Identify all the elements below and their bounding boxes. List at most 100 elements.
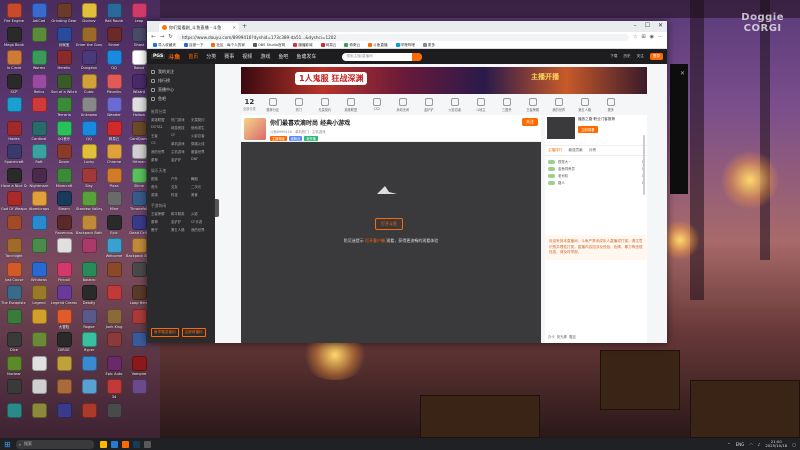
- recommend-thumbnail[interactable]: [547, 117, 575, 139]
- sidebar-category-link[interactable]: 主机游戏: [171, 149, 191, 154]
- taskbar-search[interactable]: ⌕ 搜索: [15, 439, 94, 449]
- sidebar-category-link[interactable]: 魔兽世界: [191, 149, 211, 154]
- sidebar-item[interactable]: 直播中心: [151, 85, 211, 94]
- tip-link[interactable]: 打开客户端: [365, 238, 385, 243]
- category-item[interactable]: 无畏契约: [314, 97, 336, 112]
- edge-browser-icon[interactable]: [110, 440, 118, 448]
- sidebar-item[interactable]: 鱼吧: [151, 94, 211, 103]
- sidebar-category-link[interactable]: 英雄联盟: [151, 117, 171, 122]
- system-clock[interactable]: 21:00 2025/10/18: [765, 439, 787, 449]
- sidebar-category-link[interactable]: 网游竞技: [171, 125, 191, 130]
- search-input[interactable]: 搜索主播/直播间: [342, 52, 423, 61]
- sidebar-category-link[interactable]: 单机游戏: [171, 141, 191, 146]
- sidebar-category-link[interactable]: DOTA2: [151, 125, 171, 130]
- extensions-icon[interactable]: ⊞: [641, 34, 645, 40]
- douyu-logo[interactable]: PGS 斗鱼: [151, 52, 180, 61]
- sidebar-category-link[interactable]: 和平精英: [171, 211, 191, 216]
- category-item[interactable]: 我的世界: [548, 97, 570, 112]
- gift-button[interactable]: 赠送: [569, 334, 576, 339]
- notification-icon[interactable]: ▢: [792, 442, 796, 447]
- sidebar-category-link[interactable]: 美食: [191, 192, 211, 197]
- nav-item-3[interactable]: 视频: [242, 53, 252, 60]
- sidebar-category-link[interactable]: 户外: [171, 176, 191, 181]
- desktop-icon[interactable]: [102, 401, 126, 430]
- promo-button[interactable]: 注册领福利: [181, 328, 206, 337]
- open-client-button[interactable]: 打开斗鱼: [375, 218, 403, 230]
- bookmark-item[interactable]: 更多: [422, 43, 435, 48]
- header-link[interactable]: 关注: [637, 54, 644, 59]
- nav-item-6[interactable]: 鱼塘发车: [296, 53, 316, 60]
- rank-row[interactable]: 老司机0: [548, 172, 644, 179]
- sidebar-category-link[interactable]: 无畏契约: [191, 117, 211, 122]
- bookmark-item[interactable]: 奇奇云: [344, 43, 360, 48]
- sidebar-category-link[interactable]: 穿越火线: [191, 141, 211, 146]
- sidebar-item[interactable]: 我的关注: [151, 67, 211, 76]
- gift-button[interactable]: 荧光棒: [557, 334, 567, 339]
- new-tab-button[interactable]: +: [242, 23, 247, 30]
- category-item[interactable]: 第五人格: [574, 97, 596, 112]
- category-item[interactable]: 王者荣耀: [522, 97, 544, 112]
- menu-dots-icon[interactable]: ⋯: [658, 34, 663, 40]
- forward-icon[interactable]: →: [160, 34, 165, 40]
- file-explorer-icon[interactable]: [99, 440, 107, 448]
- category-item[interactable]: 三国杀: [496, 97, 518, 112]
- video-player[interactable]: 打开斗鱼 防沉迷提示 打开客户端 观看，获得更流畅的观看体验: [241, 142, 541, 343]
- refresh-icon[interactable]: ↻: [168, 34, 173, 40]
- sidebar-category-link[interactable]: 科技: [171, 192, 191, 197]
- desktop-icon[interactable]: [27, 401, 51, 430]
- close-icon[interactable]: ✕: [680, 70, 685, 77]
- favorite-star-icon[interactable]: ☆: [633, 34, 637, 40]
- sidebar-category-link[interactable]: 第五人格: [171, 227, 191, 232]
- desktop-icon[interactable]: [2, 401, 26, 430]
- category-item[interactable]: 金铲铲: [418, 97, 440, 112]
- login-button[interactable]: 登录: [649, 53, 663, 60]
- nav-item-1[interactable]: 分类: [206, 53, 216, 60]
- nav-item-5[interactable]: 鱼吧: [278, 53, 288, 60]
- sidebar-category-link[interactable]: 火影: [191, 211, 211, 216]
- panel-scrollbar[interactable]: [643, 135, 645, 195]
- top-ad-banner[interactable]: 1人鬼服 狂战深渊 主播开播: [241, 67, 647, 94]
- sidebar-category-link[interactable]: 音乐: [151, 184, 171, 189]
- category-item[interactable]: 火影忍者: [444, 97, 466, 112]
- sidebar-category-link[interactable]: 英雄: [151, 192, 171, 197]
- sidebar-category-link[interactable]: CF: [171, 133, 191, 138]
- back-icon[interactable]: ←: [151, 34, 156, 40]
- sidebar-category-link[interactable]: 我的世界: [151, 149, 171, 154]
- steam-icon[interactable]: [132, 440, 140, 448]
- sidebar-collapse-handle[interactable]: [215, 199, 219, 217]
- bookmark-item[interactable]: 百度一下: [183, 43, 203, 48]
- sidebar-category-link[interactable]: DNF: [191, 157, 211, 162]
- tab-close-icon[interactable]: ✕: [232, 25, 236, 30]
- minimize-icon[interactable]: –: [634, 22, 637, 29]
- window-close-icon[interactable]: ✕: [658, 22, 663, 29]
- browser-tab[interactable]: 你们爱看剧_斗鱼直播 - 斗鱼 ✕: [159, 23, 239, 32]
- sidebar-category-link[interactable]: 颜值: [151, 176, 171, 181]
- sidebar-category-link[interactable]: 金铲铲: [171, 157, 191, 162]
- sidebar-category-link[interactable]: 王者荣耀: [151, 211, 171, 216]
- header-link[interactable]: 下载: [610, 54, 617, 59]
- category-item[interactable]: 推荐分区: [262, 97, 284, 112]
- recommend-card[interactable]: 播放之路·职业门客推荐 立即观看: [545, 115, 647, 146]
- desktop-icon[interactable]: [127, 377, 151, 406]
- sidebar-category-link[interactable]: 我的世界: [191, 227, 211, 232]
- input-language[interactable]: ENG: [736, 442, 745, 447]
- follow-button[interactable]: 关注: [522, 118, 538, 126]
- header-link[interactable]: 历史: [623, 54, 630, 59]
- sidebar-category-link[interactable]: CS: [151, 141, 171, 146]
- rank-row[interactable]: 视觉大~0: [548, 158, 644, 165]
- sidebar-category-link[interactable]: 舞蹈: [191, 176, 211, 181]
- obs-icon[interactable]: [143, 440, 151, 448]
- rank-row[interactable]: 金鱼饲养员0: [548, 165, 644, 172]
- rank-tab[interactable]: 月榜: [589, 148, 596, 153]
- bookmark-item[interactable]: 播播影城: [293, 43, 313, 48]
- category-item[interactable]: 英雄联盟: [340, 97, 362, 112]
- category-item[interactable]: 更多: [600, 97, 622, 112]
- sidebar-category-link[interactable]: 金铲铲: [171, 219, 191, 224]
- bookmark-item[interactable]: 斗鱼直播: [368, 43, 388, 48]
- sidebar-category-link[interactable]: CF手游: [191, 219, 211, 224]
- rank-tab[interactable]: 最强贡献: [568, 148, 582, 153]
- bookmark-item[interactable]: 哔哩哔哩: [395, 43, 415, 48]
- url-field[interactable]: https://www.douyu.com/8999416?dyshid=173…: [176, 33, 629, 41]
- profile-icon[interactable]: ◉: [650, 34, 654, 40]
- bookmark-item[interactable]: OBS Studio官网: [252, 43, 285, 48]
